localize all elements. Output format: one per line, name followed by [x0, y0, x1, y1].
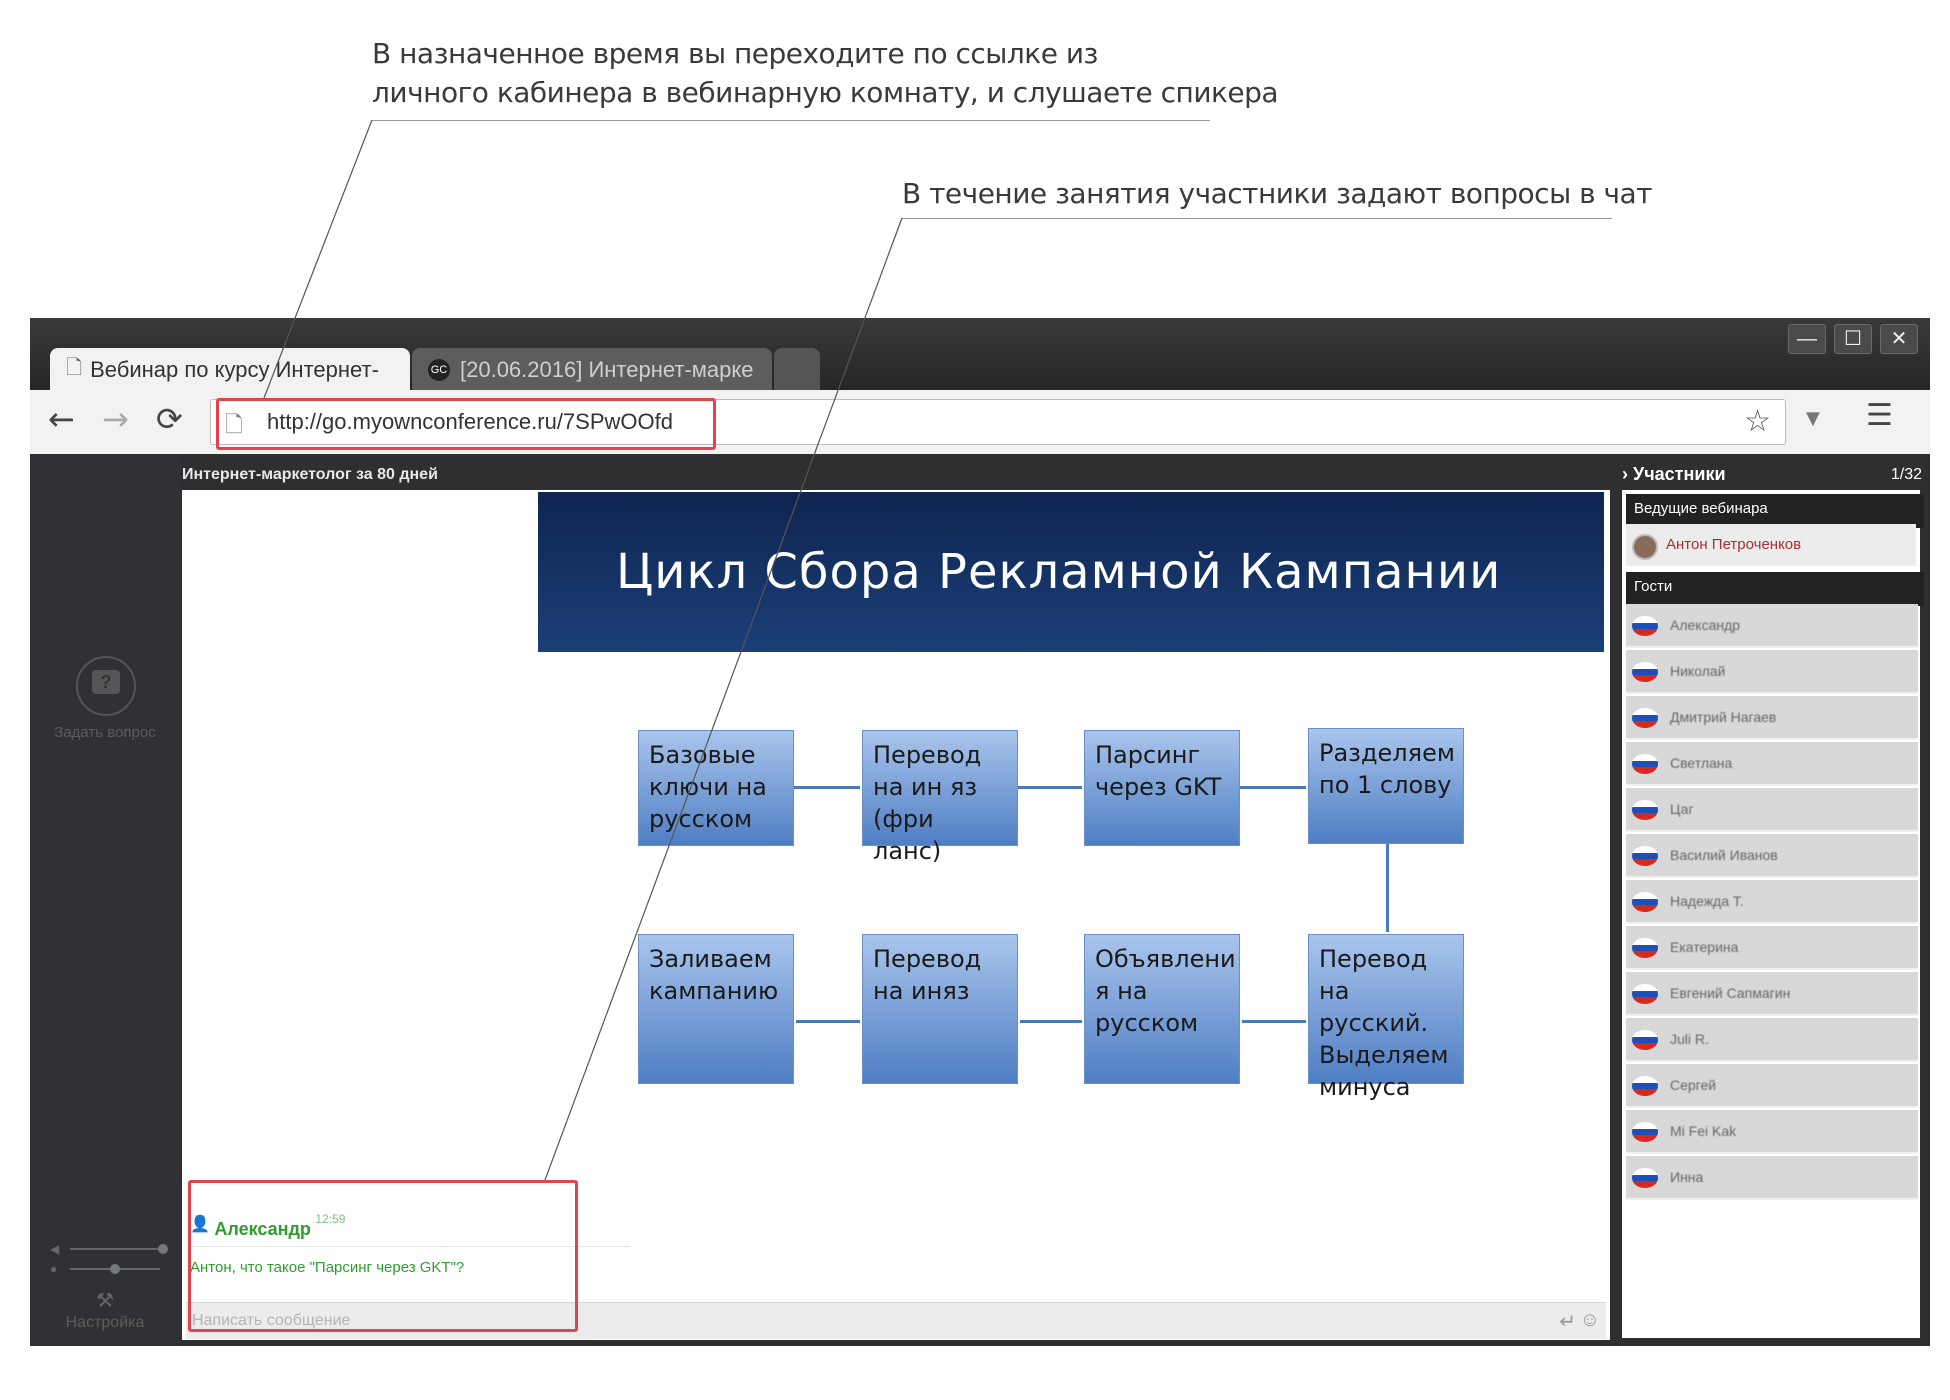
- pointer-line-chat: [544, 217, 903, 1181]
- pointer-lines: [263, 119, 903, 1181]
- pointer-line-url: [263, 119, 373, 399]
